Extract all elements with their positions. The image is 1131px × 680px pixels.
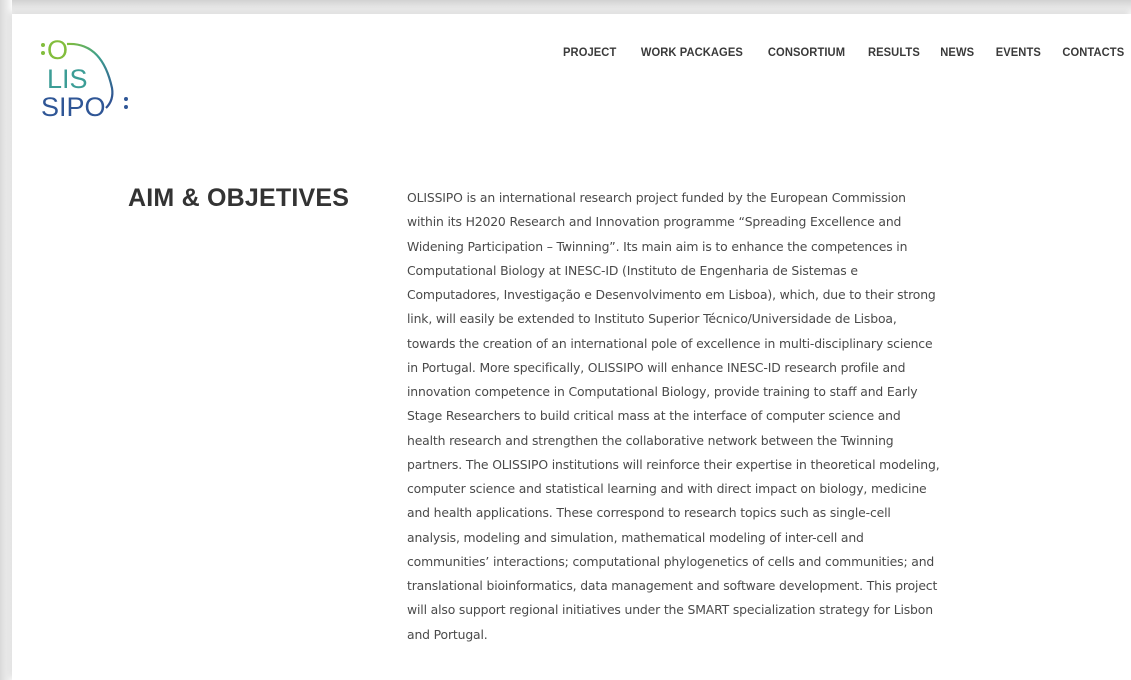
window-frame-left: [0, 0, 12, 680]
nav-item-news[interactable]: NEWS: [941, 45, 975, 59]
nav-item-work-packages[interactable]: WORK PACKAGES: [641, 45, 743, 59]
section-title: AIM & OBJETIVES: [128, 184, 350, 212]
nav-item-consortium[interactable]: CONSORTIUM: [767, 45, 844, 59]
window-frame-top: [0, 0, 1131, 14]
logo-line-1: O: [47, 36, 68, 65]
nav-item-project[interactable]: PROJECT: [563, 45, 616, 59]
nav-item-events[interactable]: EVENTS: [995, 45, 1040, 59]
nav-item-results[interactable]: RESULTS: [868, 45, 920, 59]
olissipo-logo[interactable]: O LIS SIPO: [40, 35, 140, 126]
main-navigation: PROJECT WORK PACKAGES CONSORTIUM RESULTS…: [561, 45, 1127, 59]
olissipo-logo-graphic: O LIS SIPO: [41, 35, 128, 122]
page: O LIS SIPO PROJECT WORK PACKAGES CONSORT…: [12, 14, 1131, 680]
logo-line-2: LIS: [47, 64, 88, 94]
nav-item-contacts[interactable]: CONTACTS: [1063, 45, 1125, 59]
logo-line-3: SIPO: [41, 92, 106, 122]
section-body-text: OLISSIPO is an international research pr…: [407, 190, 940, 642]
